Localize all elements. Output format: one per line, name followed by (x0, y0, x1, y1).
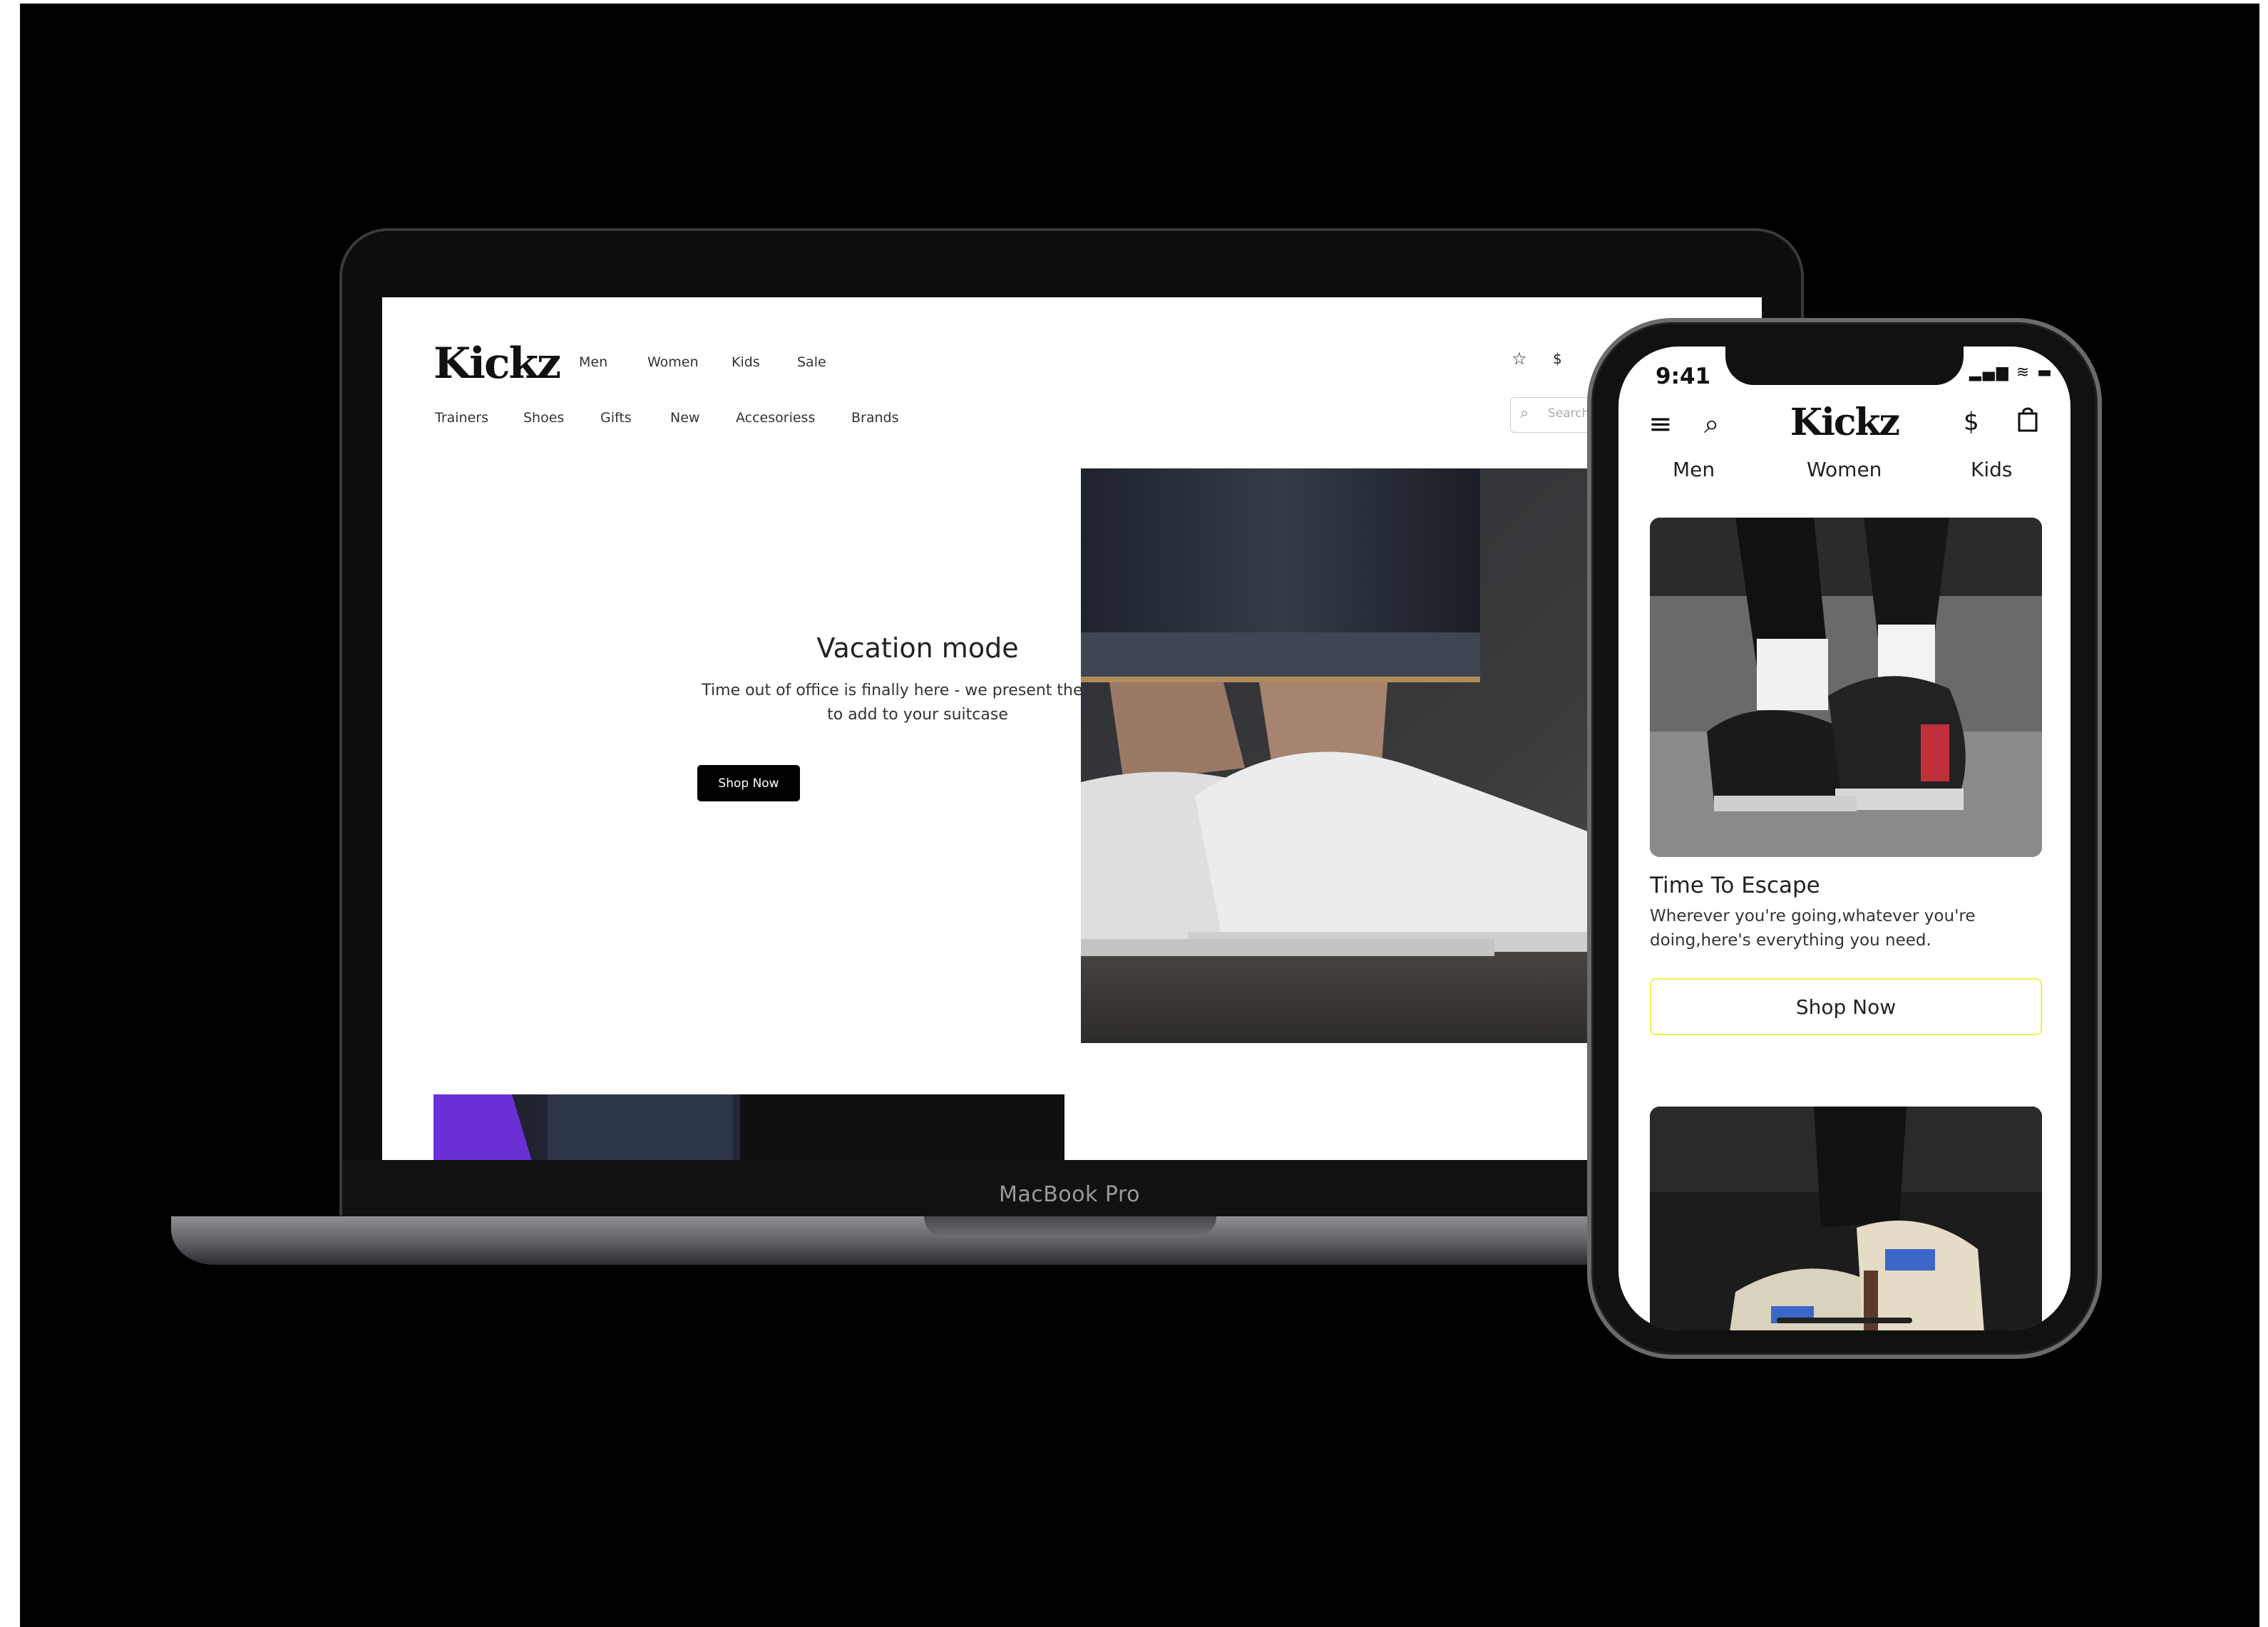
sneaker-photo (1650, 518, 2042, 857)
subnav-gifts[interactable]: Gifts (600, 410, 632, 426)
status-time: 9:41 (1656, 364, 1711, 389)
laptop-screen: Kickz Men Women Kids Sale Trainers Shoes… (382, 297, 1762, 1160)
star-icon[interactable]: ☆ (1512, 349, 1527, 369)
bag-glyph (2018, 407, 2038, 432)
right-border (2259, 0, 2268, 1627)
laptop-notch (924, 1216, 1216, 1238)
shop-now-button[interactable]: Shop Now (697, 765, 800, 801)
category-women[interactable]: Women (1807, 458, 1882, 481)
phone-screen: 9:41 ▂▄▆ ≋ ▬ ≡ ⌕ Kickz $ Men Women Kids … (1618, 347, 2071, 1330)
card-desc-line-2: doing,here's everything you need. (1650, 931, 1931, 950)
card-title: Time To Escape (1650, 873, 1820, 898)
product-card-image[interactable] (1650, 518, 2042, 857)
subnav-new[interactable]: New (670, 410, 699, 426)
subnav-shoes[interactable]: Shoes (523, 410, 564, 426)
shop-now-button[interactable]: Shop Now (1650, 978, 2042, 1035)
device-label: MacBook Pro (998, 1182, 1141, 1207)
banner-photo (433, 1094, 1064, 1160)
nav-women[interactable]: Women (647, 354, 699, 370)
phone-notch (1725, 347, 1964, 385)
dollar-icon[interactable]: $ (1964, 408, 1979, 436)
home-indicator[interactable] (1777, 1318, 1912, 1323)
card-desc-line-1: Wherever you're going,whatever you're (1650, 907, 1976, 925)
nav-sale[interactable]: Sale (797, 354, 826, 370)
laptop-logo[interactable]: Kickz (433, 339, 561, 389)
left-border (0, 0, 20, 1627)
category-men[interactable]: Men (1673, 458, 1715, 481)
nav-men[interactable]: Men (579, 354, 607, 370)
top-border (0, 0, 2268, 4)
card-description: Wherever you're going,whatever you're do… (1650, 904, 2049, 953)
subnav-trainers[interactable]: Trainers (435, 410, 488, 426)
sneaker-photo-2 (1650, 1107, 2042, 1330)
nav-kids[interactable]: Kids (732, 354, 760, 370)
bottom-banner-image (433, 1094, 1064, 1160)
subnav-accessories[interactable]: Accesoriess (736, 410, 815, 426)
subnav-brands[interactable]: Brands (851, 410, 899, 426)
dollar-icon[interactable]: $ (1553, 350, 1562, 367)
phone-logo[interactable]: Kickz (1618, 401, 2071, 444)
category-kids[interactable]: Kids (1971, 458, 2013, 481)
signal-wifi-battery-icon: ▂▄▆ ≋ ▬ (1969, 364, 2053, 381)
bag-icon[interactable] (2016, 406, 2039, 438)
search-icon: ⌕ (1520, 404, 1529, 422)
product-card-image-2[interactable] (1650, 1107, 2042, 1330)
